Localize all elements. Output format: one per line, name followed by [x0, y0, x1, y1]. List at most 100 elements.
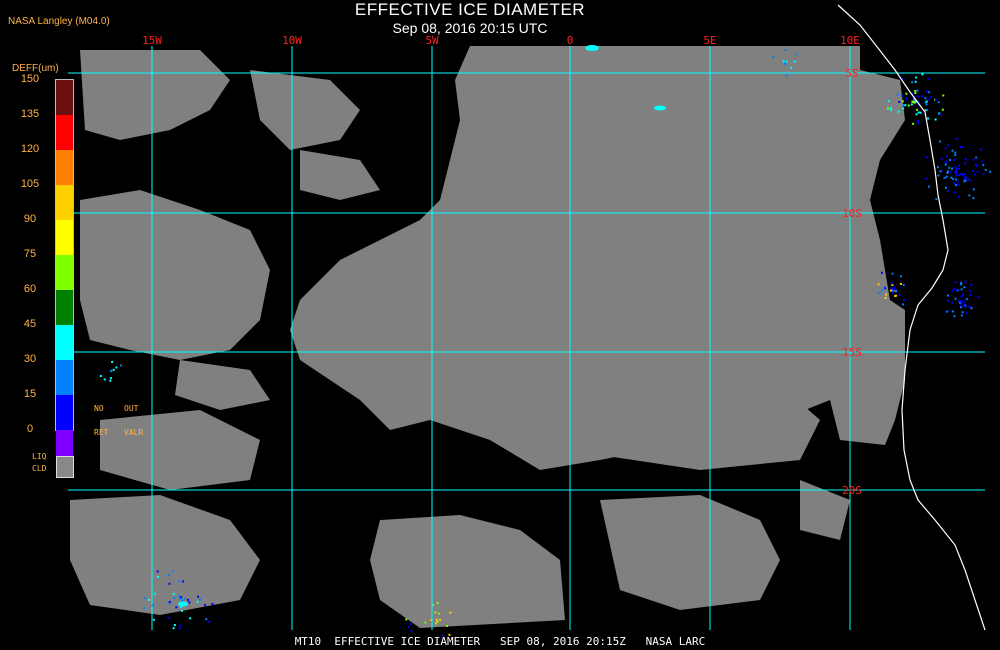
ice-pixel [982, 164, 985, 167]
ice-pixel [901, 94, 904, 97]
ice-pixel [949, 159, 952, 161]
ice-pixel [178, 627, 181, 630]
ice-pixel [954, 151, 957, 154]
ice-pixel [928, 98, 931, 101]
ice-pixel [946, 310, 949, 313]
ice-pixel [946, 160, 949, 163]
ice-pixel [960, 281, 963, 284]
ice-pixel [434, 611, 437, 614]
ice-pixel [173, 624, 176, 626]
ice-pixel [181, 609, 183, 612]
cloud-region-west-mid [100, 410, 260, 490]
ice-pixel [172, 570, 175, 573]
legend-tick-label: 135 [20, 108, 40, 120]
ice-pixel [887, 107, 889, 110]
ice-pixel [944, 147, 947, 150]
ice-cloud-patch [178, 601, 188, 607]
ice-pixel [887, 100, 890, 103]
ice-pixel [952, 287, 955, 290]
ice-pixel [953, 158, 956, 161]
legend-tick-label: 0 [26, 423, 34, 435]
ice-pixel [955, 289, 958, 291]
ice-pixel [407, 625, 410, 628]
ice-pixel [152, 618, 155, 621]
ice-pixel [964, 162, 967, 165]
ice-pixel [972, 170, 975, 172]
ice-pixel [905, 98, 908, 101]
legend-color-segment [56, 150, 73, 185]
ice-pixel [917, 95, 920, 98]
ice-pixel [916, 120, 919, 123]
ice-pixel [989, 170, 992, 173]
ice-pixel [966, 312, 969, 314]
ice-pixel [928, 91, 931, 94]
ice-pixel [948, 166, 951, 169]
ice-pixel [110, 370, 113, 373]
ice-pixel [782, 60, 785, 63]
ice-pixel [109, 377, 112, 380]
ice-pixel [916, 122, 919, 125]
legend-color-segment [56, 325, 73, 360]
legend-tick-label: 105 [20, 178, 40, 190]
cloud-region-northwest [80, 50, 230, 140]
ice-pixel [188, 601, 191, 604]
ice-pixel [963, 180, 966, 183]
ice-pixel [958, 174, 961, 176]
ice-pixel [951, 290, 954, 293]
ice-pixel [187, 598, 189, 601]
ice-pixel [784, 48, 787, 51]
ice-pixel [957, 195, 960, 198]
ice-pixel [884, 297, 887, 299]
legend-tick-label: 15 [23, 388, 37, 400]
ice-pixel [184, 597, 186, 600]
ice-pixel [955, 174, 958, 177]
legend-color-segment [56, 80, 73, 115]
legend-tick-label: 45 [23, 318, 37, 330]
legend-color-segment [56, 290, 73, 325]
ice-pixel [878, 292, 881, 295]
ice-pixel [963, 177, 966, 180]
liquid-cloud-layer [70, 46, 905, 628]
ice-pixel [436, 602, 439, 604]
ice-pixel [410, 629, 413, 632]
ice-pixel [954, 281, 957, 284]
ice-pixel [945, 175, 948, 178]
ice-pixel [889, 107, 892, 110]
ice-pixel [921, 73, 924, 76]
ice-pixel [199, 598, 202, 601]
ice-pixel [957, 183, 960, 186]
ice-pixel [157, 576, 159, 578]
ice-pixel [954, 154, 957, 157]
ice-pixel [173, 597, 176, 599]
cloud-region-southwest [70, 495, 260, 615]
ice-pixel [99, 375, 102, 377]
ice-pixel [946, 144, 949, 147]
ice-pixel [955, 170, 957, 172]
ice-pixel [961, 311, 964, 314]
ice-pixel [901, 100, 904, 103]
ice-pixel [896, 93, 899, 96]
ice-pixel [960, 306, 962, 309]
ice-pixel [182, 580, 185, 583]
ice-pixel [196, 600, 199, 603]
ice-pixel [962, 293, 964, 296]
ice-pixel [785, 74, 788, 77]
ice-pixel [915, 76, 918, 79]
ice-pixel [925, 177, 928, 180]
ice-pixel [982, 172, 985, 175]
ice-pixel [968, 290, 971, 293]
ice-pixel [895, 290, 897, 293]
ice-pixel [921, 95, 924, 98]
ice-pixel [109, 379, 112, 382]
ice-pixel [969, 294, 971, 297]
liquid-cloud-swatch [56, 456, 74, 478]
ice-pixel [437, 612, 440, 615]
cloud-blob [175, 360, 270, 410]
ice-pixel [945, 155, 948, 158]
ice-pixel [204, 604, 206, 607]
ice-pixel [168, 600, 171, 603]
ice-pixel [927, 117, 929, 120]
cloud-blob [300, 150, 380, 200]
ice-pixel [947, 299, 950, 302]
ice-pixel [197, 595, 200, 598]
